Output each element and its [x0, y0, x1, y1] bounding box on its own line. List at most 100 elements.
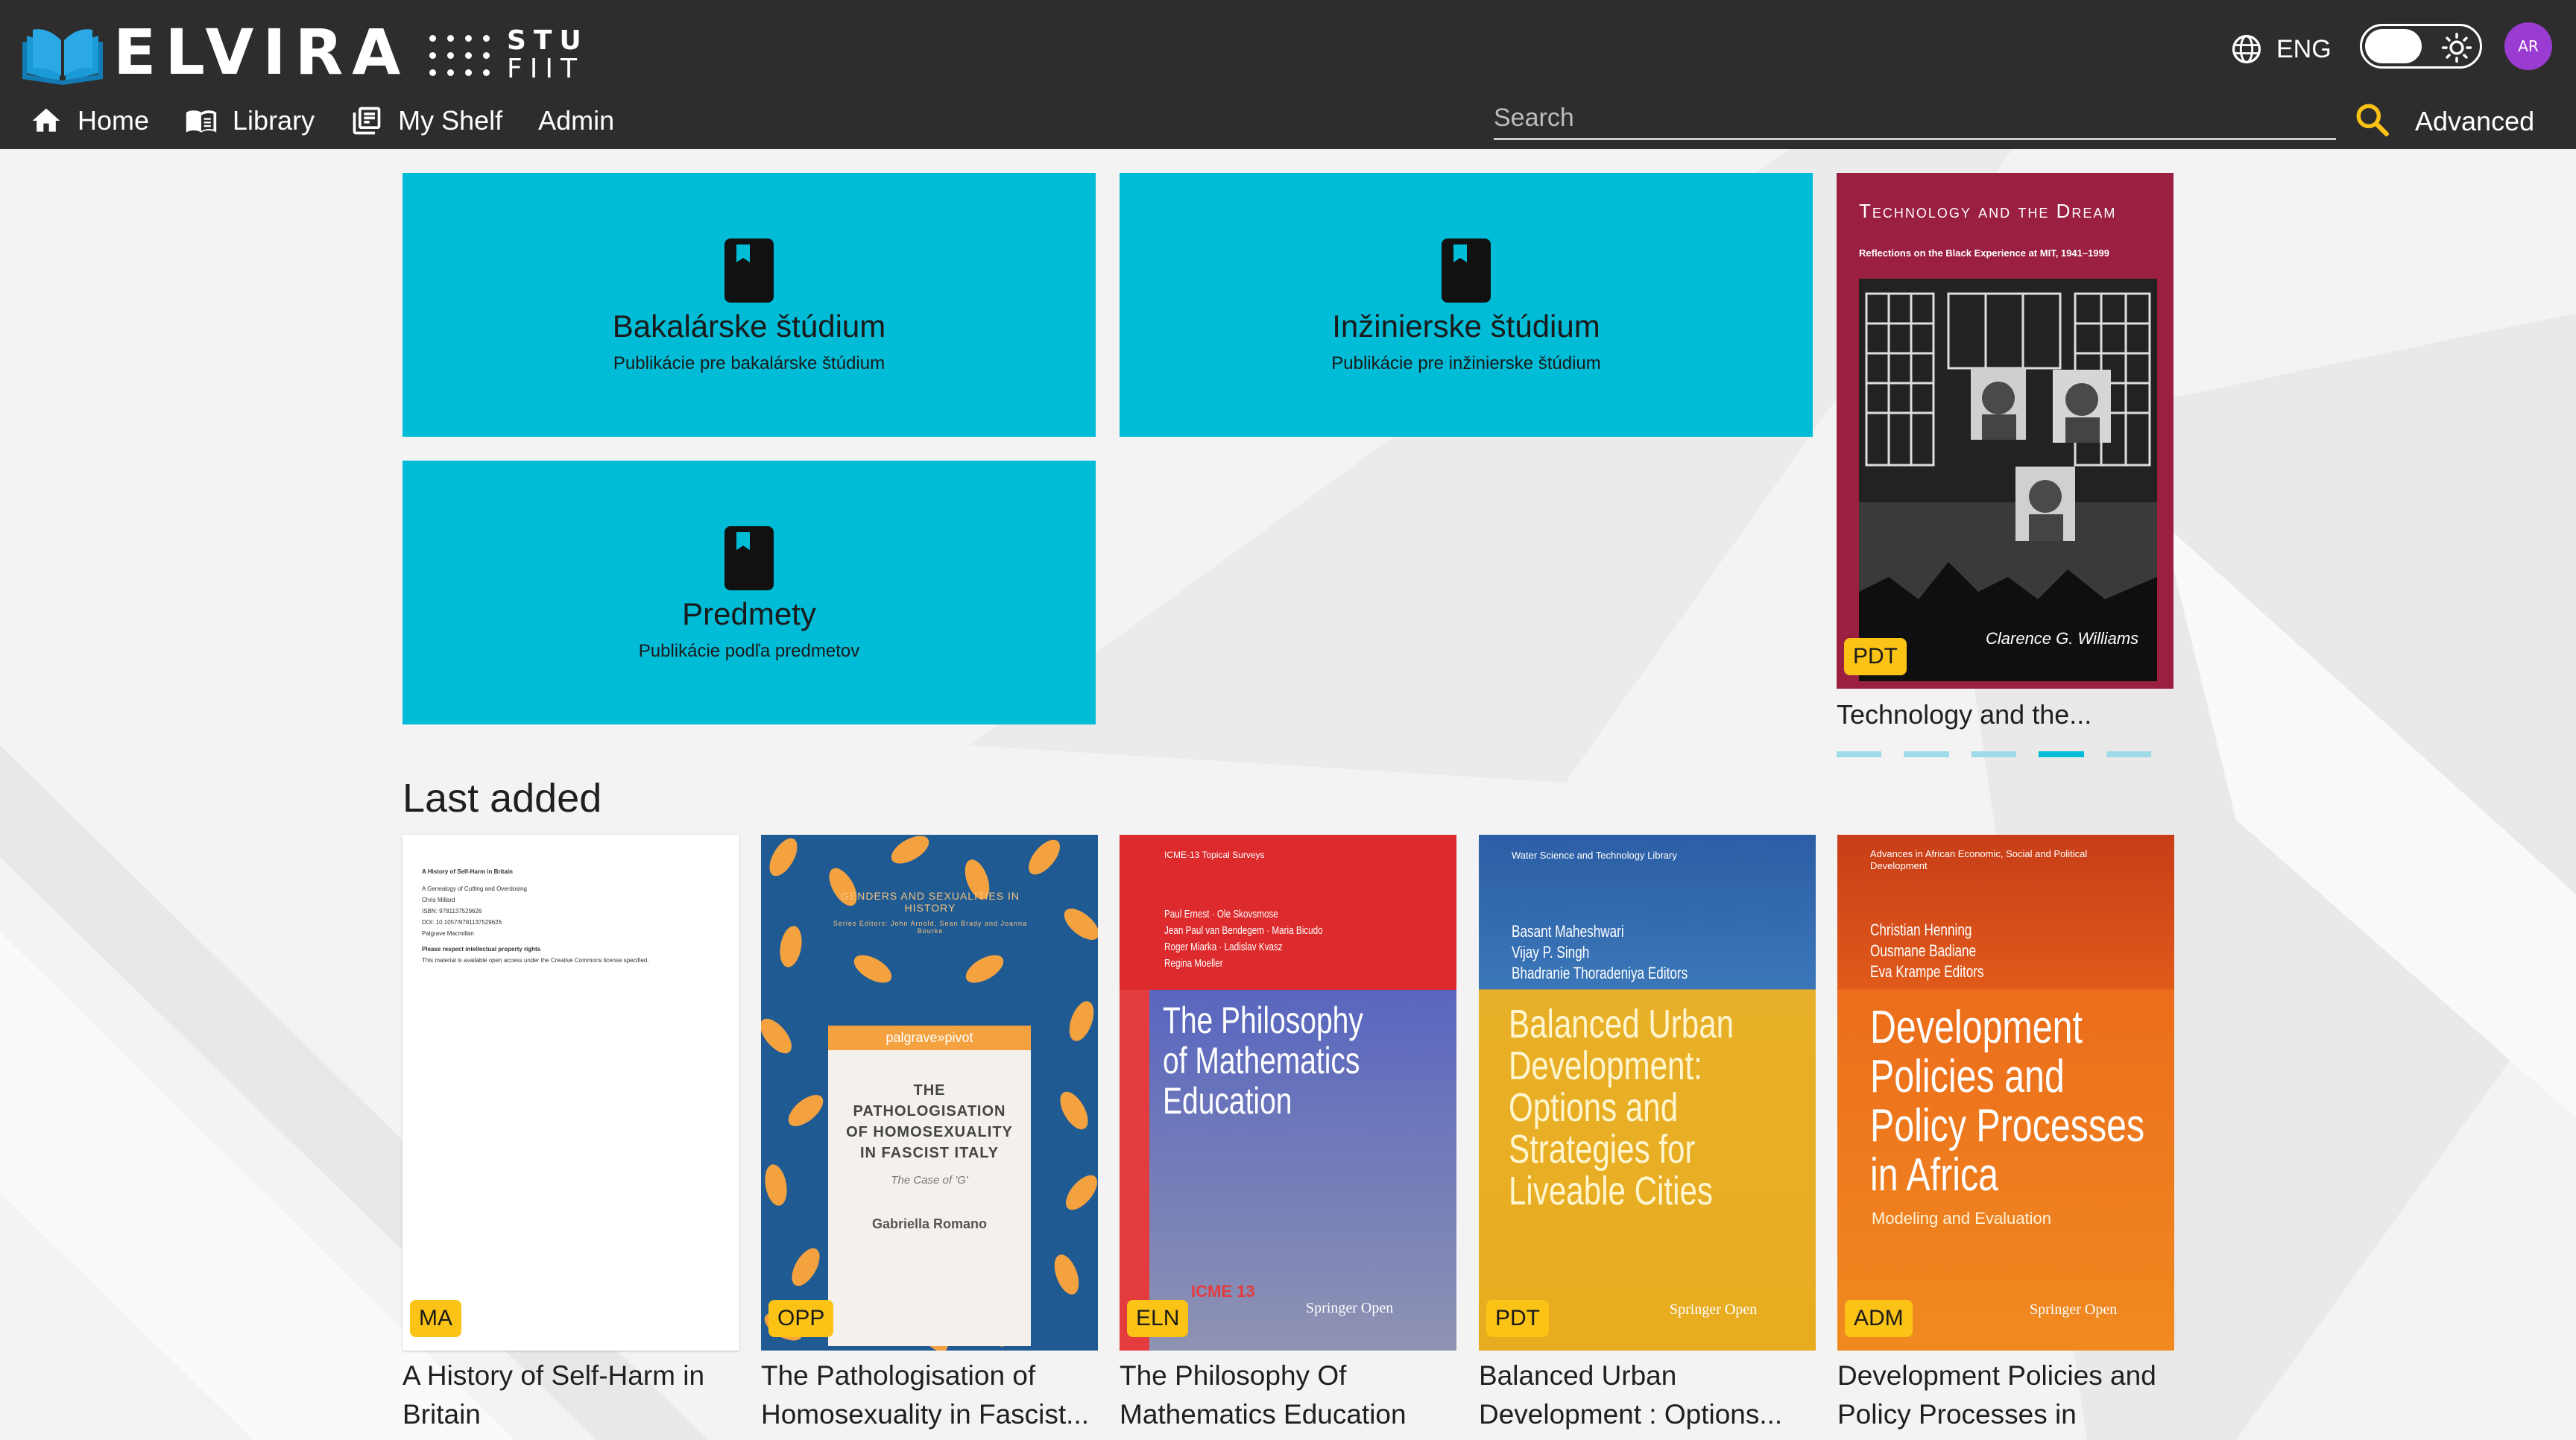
cover-author: Regina Moeller — [1164, 957, 1223, 970]
carousel-dot-2[interactable] — [1904, 751, 1949, 757]
cover-line: This material is available open access u… — [422, 957, 649, 964]
theme-toggle[interactable] — [2360, 24, 2482, 69]
book-card[interactable]: A History of Self-Harm in Britain A Gene… — [402, 835, 739, 1434]
tile-subjects[interactable]: Predmety Publikácie podľa predmetov — [402, 461, 1096, 724]
tile-subtitle: Publikácie pre bakalárske štúdium — [613, 353, 886, 373]
book-title[interactable]: The Philosophy Of Mathematics Education — [1120, 1357, 1456, 1434]
book-title[interactable]: Development Policies and Policy Processe… — [1837, 1357, 2174, 1440]
book-title[interactable]: The Pathologisation of Homosexuality in … — [761, 1357, 1098, 1434]
book-cover[interactable]: Advances in African Economic, Social and… — [1837, 835, 2174, 1351]
cover-series: Water Science and Technology Library — [1512, 850, 1677, 861]
category-badge: MA — [410, 1300, 461, 1337]
book-card[interactable]: ICME-13 Topical Surveys Paul Ernest · Ol… — [1120, 835, 1456, 1434]
cover-line: DOI: 10.1057/9781137529626 — [422, 919, 502, 926]
nav-my-shelf[interactable]: My Shelf — [350, 104, 502, 137]
user-avatar[interactable]: AR — [2504, 22, 2552, 70]
stu-fiit-logo: STU FIIT — [429, 27, 589, 83]
cover-author: Christian Henning — [1870, 920, 1972, 939]
partner-line-1: STU — [507, 25, 589, 56]
book-cover[interactable]: A History of Self-Harm in Britain A Gene… — [402, 835, 739, 1351]
carousel-dot-1[interactable] — [1837, 751, 1882, 757]
cover-author: Bhadranie Thoradeniya Editors — [1512, 964, 1688, 982]
search-field — [1494, 98, 2336, 140]
cover-series: Advances in African Economic, Social and… — [1870, 848, 2088, 871]
cover-author: Gabriella Romano — [871, 1216, 988, 1231]
cover-line: Palgrave Macmillan — [422, 930, 474, 937]
tile-bachelor-study[interactable]: Bakalárske štúdium Publikácie pre bakalá… — [402, 173, 1096, 437]
tile-title: Inžinierske štúdium — [1332, 309, 1600, 344]
toggle-knob — [2365, 29, 2422, 63]
cover-title: Strategies for — [1509, 1127, 1696, 1172]
cover-author: Eva Krampe Editors — [1870, 962, 1984, 981]
cover-author: Vijay P. Singh — [1512, 943, 1590, 961]
carousel-book-title[interactable]: Technology and the... — [1837, 699, 2174, 730]
carousel-dot-3[interactable] — [1971, 751, 2017, 757]
cover-line: A History of Self-Harm in Britain — [422, 868, 513, 875]
cover-author: Jean Paul van Bendegem · Maria Bicudo — [1164, 924, 1323, 937]
language-label: ENG — [2276, 34, 2332, 63]
carousel-cover-author: Clarence G. Williams — [1986, 629, 2139, 648]
cover-title: Development: — [1509, 1043, 1702, 1088]
book-card[interactable]: Water Science and Technology Library Bas… — [1479, 835, 1816, 1434]
book-title[interactable]: Balanced Urban Development : Options... — [1479, 1357, 1816, 1434]
cover-subtitle: The Case of 'G' — [891, 1174, 968, 1187]
category-badge: OPP — [768, 1300, 834, 1337]
cover-publisher: Springer Open — [2030, 1301, 2118, 1318]
cover-title: Liveable Cities — [1509, 1169, 1713, 1213]
book-card[interactable]: Advances in African Economic, Social and… — [1837, 835, 2174, 1440]
cover-title: THE PATHOLOGISATION OF HOMOSEXUALITY IN … — [846, 1082, 1013, 1161]
cover-series-editors: Series Editors: John Arnold, Sean Brady … — [833, 920, 1028, 935]
carousel-indicators — [1837, 751, 2174, 757]
nav-admin[interactable]: Admin — [538, 105, 614, 136]
cover-photo-collage — [1859, 279, 2157, 681]
cover-line: Please respect intellectual property rig… — [422, 946, 541, 953]
cover-publisher: Springer Open — [1306, 1300, 1394, 1316]
search-input[interactable] — [1494, 98, 2336, 138]
cover-line: A Genealogy of Cutting and Overdosing — [422, 885, 527, 892]
book-cover[interactable]: GENDERS AND SEXUALITIES IN HISTORY Serie… — [761, 835, 1098, 1351]
elvira-logo[interactable]: ELVIRA — [22, 19, 409, 85]
tile-title: Predmety — [682, 596, 816, 631]
dots-logo-icon — [429, 34, 490, 76]
app-name: ELVIRA — [113, 16, 410, 89]
category-badge: PDT — [1486, 1300, 1549, 1337]
cover-title: of Mathematics — [1163, 1040, 1360, 1081]
carousel-dot-5[interactable] — [2106, 751, 2152, 757]
tile-engineering-study[interactable]: Inžinierske štúdium Publikácie pre inžin… — [1120, 173, 1813, 437]
cover-subtitle: Modeling and Evaluation — [1872, 1209, 2051, 1228]
book-cover[interactable]: ICME-13 Topical Surveys Paul Ernest · Ol… — [1120, 835, 1456, 1351]
book-title[interactable]: A History of Self-Harm in Britain — [402, 1357, 739, 1434]
bookmark-book-icon — [724, 239, 774, 303]
language-selector[interactable]: ENG — [2230, 33, 2332, 66]
open-book-logo-icon — [22, 29, 103, 85]
nav-library-label: Library — [233, 105, 315, 136]
cover-series: ICME-13 Topical Surveys — [1164, 850, 1265, 860]
nav-library[interactable]: Library — [185, 104, 315, 137]
last-added-heading: Last added — [402, 776, 602, 821]
bookmark-book-icon — [724, 526, 774, 590]
library-books-icon — [353, 107, 381, 135]
search-icon[interactable] — [2354, 101, 2391, 139]
cover-series: GENDERS AND SEXUALITIES IN HISTORY — [841, 890, 1020, 914]
featured-carousel: Technology and the Dream Reflections on … — [1837, 173, 2174, 757]
cover-author: Ousmane Badiane — [1870, 941, 1977, 960]
carousel-dot-4[interactable] — [2039, 751, 2084, 757]
book-card[interactable]: GENDERS AND SEXUALITIES IN HISTORY Serie… — [761, 835, 1098, 1434]
advanced-search-link[interactable]: Advanced — [2415, 106, 2534, 137]
category-badge: ADM — [1845, 1300, 1913, 1337]
nav-home-label: Home — [78, 105, 150, 136]
tile-subtitle: Publikácie pre inžinierske štúdium — [1331, 353, 1601, 373]
cover-title: Development — [1870, 1002, 2083, 1053]
carousel-book-cover[interactable]: Technology and the Dream Reflections on … — [1837, 173, 2174, 689]
top-navigation-bar: ELVIRA STU FIIT Home Library My Shelf Ad… — [0, 0, 2576, 149]
tile-title: Bakalárske štúdium — [612, 309, 886, 344]
category-badge: ELN — [1127, 1300, 1189, 1337]
tile-subtitle: Publikácie podľa predmetov — [638, 641, 860, 661]
cover-line: ISBN: 9781137529626 — [422, 908, 482, 915]
carousel-cover-subtitle: Reflections on the Black Experience at M… — [1859, 247, 2109, 259]
cover-title: Balanced Urban — [1509, 1002, 1734, 1046]
book-cover[interactable]: Water Science and Technology Library Bas… — [1479, 835, 1816, 1351]
cover-author: Basant Maheshwari — [1512, 922, 1624, 941]
book-open-icon — [186, 110, 217, 133]
nav-home[interactable]: Home — [30, 104, 149, 137]
